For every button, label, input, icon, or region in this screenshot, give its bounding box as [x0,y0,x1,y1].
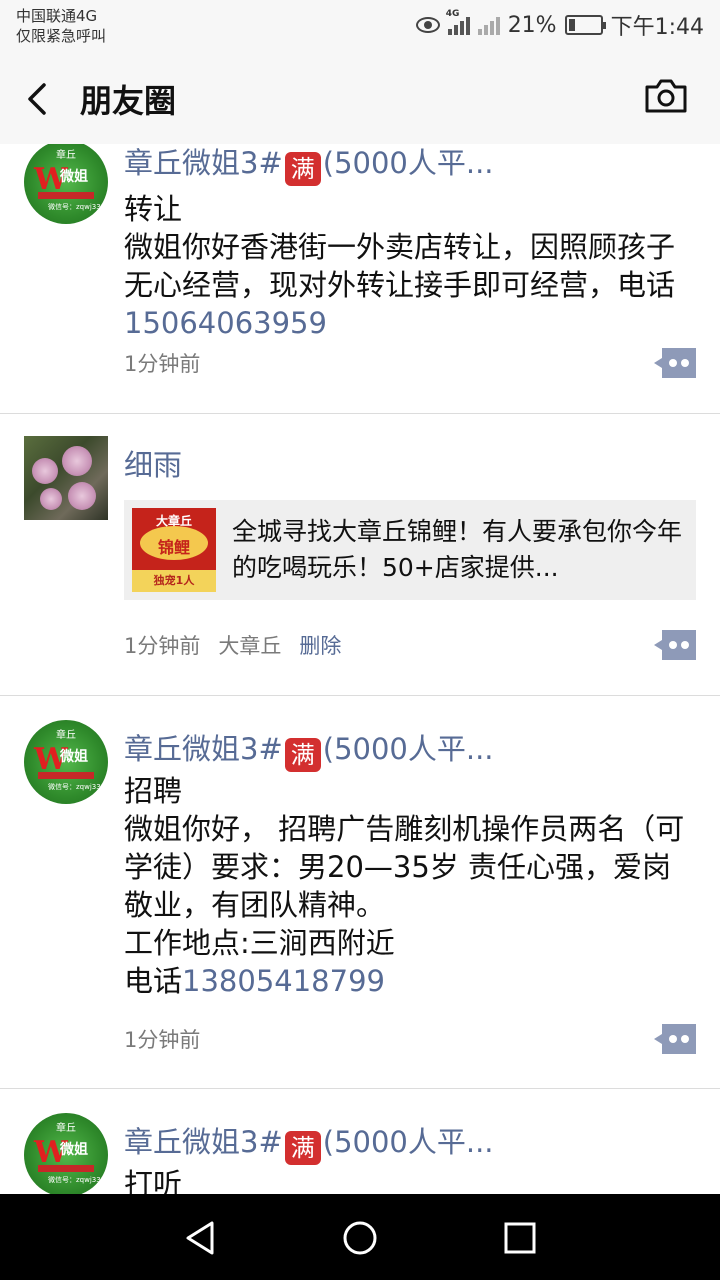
author-name[interactable]: 章丘微姐3# 满 (5000人平... [124,144,494,186]
post-meta: 1分钟前 [124,348,200,378]
post-heading: 招聘 [124,774,183,808]
comment-more-icon[interactable] [654,348,696,378]
network-tag: 4G [445,9,460,19]
title-bar: 朋友圈 [0,54,720,144]
battery-icon [564,15,606,35]
author-name-tail: (5000人平... [322,1125,494,1159]
emergency-only-text: 仅限紧急呼叫 [16,27,107,45]
post-time: 1分钟前 [124,1028,201,1052]
author-name-text: 章丘微姐3# [124,146,283,180]
author-name-text: 章丘微姐3# [124,732,283,766]
system-navigation-bar [0,1194,720,1280]
moments-feed[interactable]: 章丘 W 微姐 微信号：zqwj333 章丘微姐3# 满 (5000人平... 转让… [0,144,720,1194]
author-avatar[interactable]: 章丘 W 微姐 微信号：zqwj333 [24,1113,108,1194]
avatar-top-text: 章丘 [56,730,76,741]
post-time: 1分钟前 [124,352,201,376]
phone-label: 电话 [124,964,183,998]
shared-link-card[interactable]: 大章丘 锦鲤 独宠1人 全城寻找大章丘锦鲤！有人要承包你今年的吃喝玩乐！50+店… [124,500,696,600]
status-icons: 4G 21% 下午1:44 [415,9,704,40]
moment-post: 章丘 W 微姐 微信号：zqwj333 章丘微姐3# 满 (5000人平... 转让… [0,144,720,414]
avatar-subtext: 微信号：zqwj333 [48,203,106,211]
phone-link[interactable]: 15064063959 [124,306,327,340]
eye-comfort-icon [415,17,440,33]
battery-percent: 21% [507,12,557,38]
avatar-text: 微姐 [60,169,88,185]
post-location[interactable]: 大章丘 [218,634,281,658]
carrier-name: 中国联通4G [16,7,98,25]
full-badge: 满 [284,738,321,772]
author-name-tail: (5000人平... [322,146,494,180]
status-bar: 中国联通4G 仅限紧急呼叫 4G 21% 下午1:44 [0,0,720,54]
page-title: 朋友圈 [80,82,177,120]
post-body-text: 微姐你好香港街一外卖店转让，因照顾孩子无心经营，现对外转让接手即可经营，电话 [124,230,676,302]
recents-square-icon[interactable] [500,1218,540,1258]
full-badge: 满 [284,1131,321,1165]
post-heading: 转让 [124,192,183,226]
avatar-top-text: 章丘 [56,150,76,161]
moment-post: 细雨 大章丘 锦鲤 独宠1人 全城寻找大章丘锦鲤！有人要承包你今年的吃喝玩乐！5… [0,414,720,696]
comment-more-icon[interactable] [654,630,696,660]
post-meta: 1分钟前 大章丘 删除 [124,630,341,660]
avatar-text: 微姐 [60,749,88,765]
post-phone-line: 电话13805418799 [124,962,694,1000]
thumb-bottom-text: 独宠1人 [132,570,216,592]
author-avatar[interactable] [24,436,108,520]
author-name[interactable]: 章丘微姐3# 满 (5000人平... [124,726,494,772]
thumb-middle-text: 锦鲤 [157,538,190,557]
shared-link-title: 全城寻找大章丘锦鲤！有人要承包你今年的吃喝玩乐！50+店家提供... [232,517,683,582]
author-name[interactable]: 章丘微姐3# 满 (5000人平... [124,1119,494,1165]
post-body: 微姐你好香港街一外卖店转让，因照顾孩子无心经营，现对外转让接手即可经营，电话 15… [124,228,694,342]
post-meta: 1分钟前 [124,1024,200,1054]
author-avatar[interactable]: 章丘 W 微姐 微信号：zqwj333 [24,144,108,224]
moment-post: 章丘 W 微姐 微信号：zqwj333 章丘微姐3# 满 (5000人平... 打听 [0,1089,720,1194]
signal-no-service-icon [477,15,500,35]
post-time: 1分钟前 [124,634,201,658]
shared-link-thumbnail: 大章丘 锦鲤 独宠1人 [132,508,216,592]
phone-link[interactable]: 13805418799 [182,964,385,998]
carrier-info: 中国联通4G 仅限紧急呼叫 [16,6,106,46]
avatar-text: 微姐 [60,1142,88,1158]
clock: 下午1:44 [610,15,704,40]
author-name-tail: (5000人平... [322,732,494,766]
avatar-subtext: 微信号：zqwj333 [48,1176,106,1184]
chevron-left-icon[interactable] [24,82,54,116]
camera-icon[interactable] [644,78,688,114]
post-address: 工作地点:三涧西附近 [124,926,395,960]
comment-more-icon[interactable] [654,1024,696,1054]
back-triangle-icon[interactable] [180,1218,220,1258]
delete-button[interactable]: 删除 [299,634,341,658]
avatar-top-text: 章丘 [56,1123,76,1134]
author-name-text: 章丘微姐3# [124,1125,283,1159]
full-badge: 满 [284,152,321,186]
moment-post: 章丘 W 微姐 微信号：zqwj333 章丘微姐3# 满 (5000人平... 招聘… [0,696,720,1089]
post-heading: 打听 [124,1167,183,1194]
post-text: 转让 微姐你好香港街一外卖店转让，因照顾孩子无心经营，现对外转让接手即可经营，电… [124,190,694,342]
author-name[interactable]: 细雨 [124,442,182,484]
post-body-text: 微姐你好， 招聘广告雕刻机操作员两名（可学徒）要求：男20—35岁 责任心强，爱… [124,812,685,922]
post-text: 打听 [124,1165,694,1194]
signal-4g-icon: 4G [446,9,470,35]
home-circle-icon[interactable] [340,1218,380,1258]
post-text: 招聘 微姐你好， 招聘广告雕刻机操作员两名（可学徒）要求：男20—35岁 责任心… [124,772,694,1000]
author-avatar[interactable]: 章丘 W 微姐 微信号：zqwj333 [24,720,108,804]
avatar-subtext: 微信号：zqwj333 [48,783,106,791]
